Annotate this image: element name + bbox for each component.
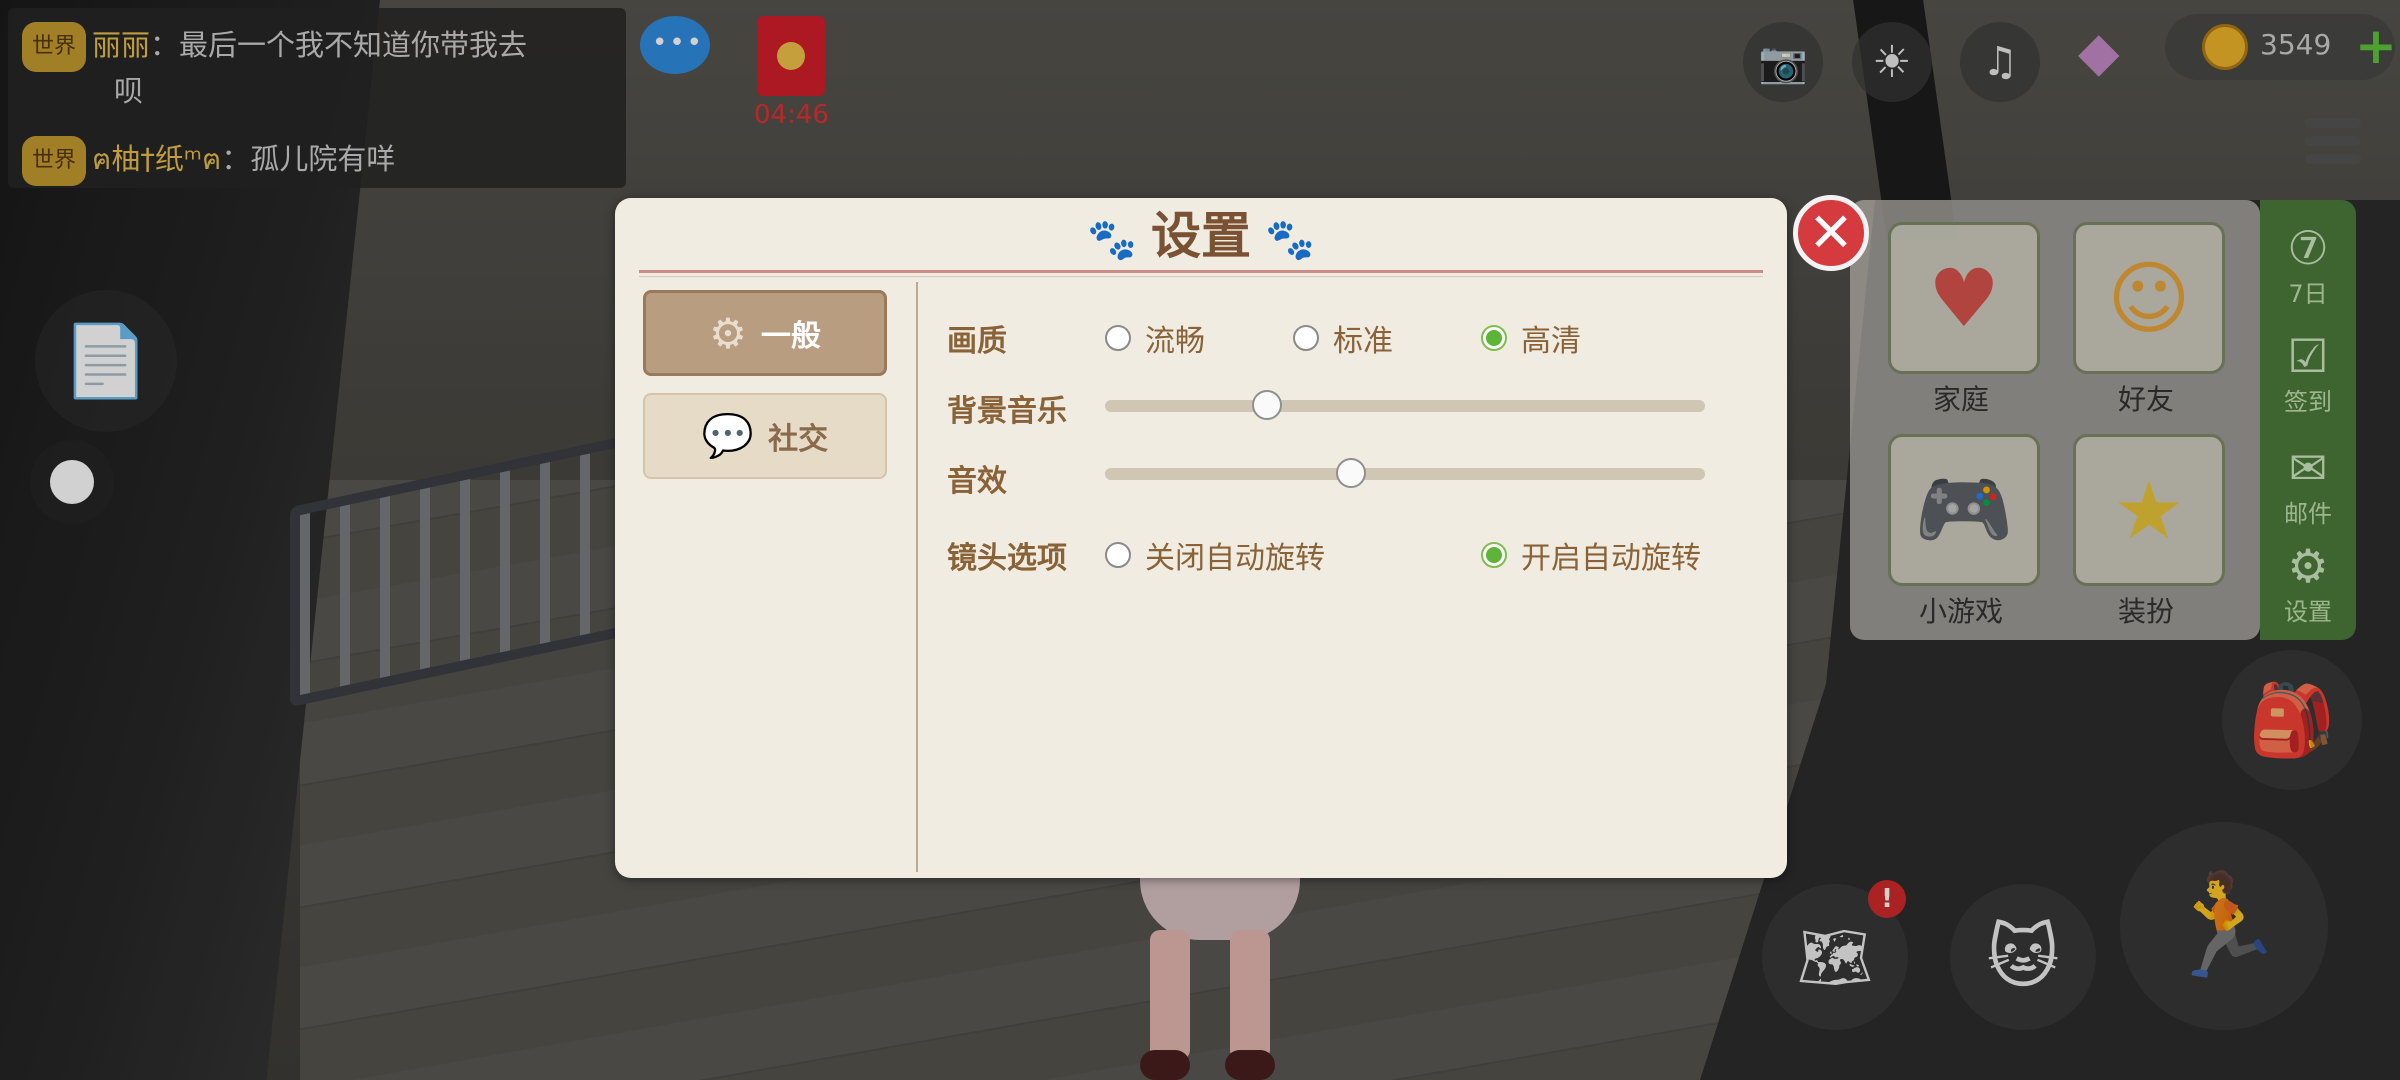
sfx-slider-knob[interactable] [1336,458,1366,488]
quality-option-standard[interactable]: 标准 [1293,316,1393,360]
quality-option-label: 流畅 [1145,324,1205,359]
camera-option-auto-rotate-on[interactable]: 开启自动旋转 [1481,533,1701,577]
settings-dialog: 🐾 设置 🐾 ⚙ 一般 💬 社交 画质 流畅 标准 高清 背景音乐 音效 镜头选项 关闭… [615,198,1787,878]
radio-button[interactable] [1293,325,1319,351]
radio-button-selected[interactable] [1481,542,1507,568]
quality-option-label: 标准 [1333,324,1393,359]
quality-option-label: 高清 [1521,324,1581,359]
camera-option-label: 关闭自动旋转 [1145,541,1325,576]
bgm-slider[interactable] [1105,390,1705,420]
camera-option-auto-rotate-off[interactable]: 关闭自动旋转 [1105,533,1325,577]
quality-option-hd[interactable]: 高清 [1481,316,1581,360]
bgm-label: 背景音乐 [947,394,1067,429]
title-divider [639,270,1763,273]
radio-button[interactable] [1105,325,1131,351]
dialog-title-bar: 🐾 设置 🐾 [615,204,1787,272]
sfx-label: 音效 [947,464,1007,499]
quality-option-smooth[interactable]: 流畅 [1105,316,1205,360]
bgm-slider-knob[interactable] [1252,390,1282,420]
chat-bubbles-icon: 💬 [701,411,755,460]
tab-social-label: 社交 [768,422,829,457]
gears-icon: ⚙ [709,308,747,358]
radio-button[interactable] [1105,542,1131,568]
tab-general-label: 一般 [760,319,821,354]
tab-general[interactable]: ⚙ 一般 [643,290,887,376]
camera-option-label: 开启自动旋转 [1521,541,1701,576]
radio-button-selected[interactable] [1481,325,1507,351]
vertical-divider [916,282,918,872]
title-divider-thin [639,276,1763,277]
camera-label: 镜头选项 [947,541,1067,576]
dialog-title: 设置 [1151,207,1251,265]
sfx-slider[interactable] [1105,458,1705,488]
quality-label: 画质 [947,324,1007,359]
tab-social[interactable]: 💬 社交 [643,393,887,479]
close-icon[interactable]: ✕ [1793,195,1869,271]
paw-icon: 🐾 [1087,217,1137,263]
paw-icon: 🐾 [1265,217,1315,263]
